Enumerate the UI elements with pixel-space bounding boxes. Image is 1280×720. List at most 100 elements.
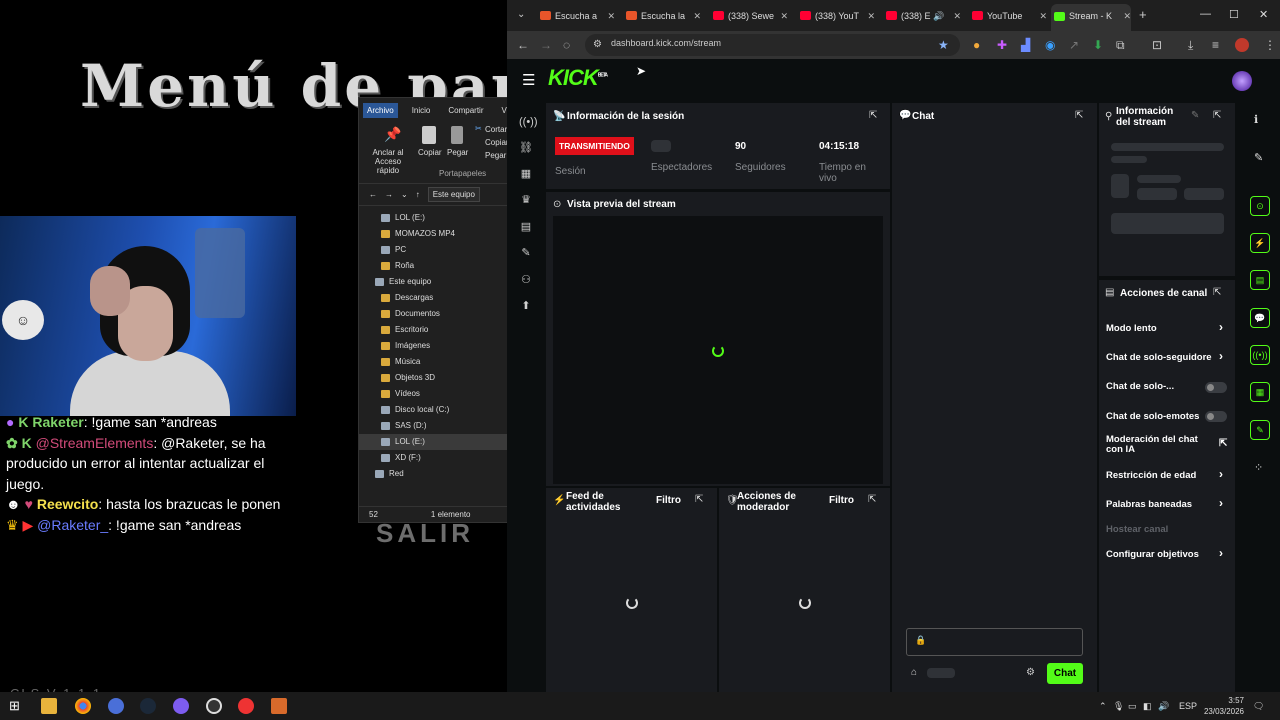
chevron-right-icon[interactable]: › [1219,320,1223,334]
up-icon[interactable]: ↑ [416,190,420,199]
tree-item[interactable]: Música [359,354,507,370]
obs-taskbar-icon[interactable] [206,698,222,714]
app-taskbar-icon[interactable] [238,698,254,714]
tree-item[interactable]: Escritorio [359,322,507,338]
tab-archivo[interactable]: Archivo [363,102,398,118]
paste-shortcut-button[interactable]: Pegar [485,151,506,160]
tree-item[interactable]: Red [359,466,507,482]
forward-icon[interactable]: → [540,38,552,52]
browser-tab[interactable]: (338) E 🔊 ✕ [883,6,961,26]
profile-avatar[interactable] [1235,38,1249,52]
close-window-button[interactable]: ✕ [1259,8,1268,21]
chrome-taskbar-icon[interactable] [75,698,91,714]
upload-icon[interactable]: ⬆ [519,299,533,313]
download-icon[interactable]: ⤓ [1188,38,1193,52]
chevron-right-icon[interactable]: › [1219,467,1223,481]
tray-chevron-icon[interactable]: ⌃ [1099,701,1107,712]
browser-tab[interactable]: YouTube ✕ [969,6,1047,26]
browser-tab[interactable]: Escucha la ✕ [623,6,701,26]
copy-path-button[interactable]: Copiar [485,138,507,147]
banned-words-action[interactable]: Palabras baneadas [1106,499,1192,510]
mod-filter-button[interactable]: Filtro [829,495,854,506]
close-icon[interactable]: ✕ [953,6,961,26]
notifications-icon[interactable]: 🗨 [1253,701,1264,712]
back-icon[interactable]: ← [517,38,529,52]
start-button[interactable]: ⊞ [9,698,20,714]
close-icon[interactable]: ✕ [867,6,875,26]
taskbar-clock[interactable]: 3:57 23/03/2026 [1204,695,1244,717]
analytics-icon[interactable]: ▦ [519,167,533,181]
popout-icon[interactable]: ⇱ [695,494,703,505]
subs-only-toggle[interactable] [1205,382,1227,393]
tab-compartir[interactable]: Compartir [444,103,487,118]
close-icon[interactable]: ✕ [607,6,615,26]
download-ext-icon[interactable]: ⬇ [1093,38,1103,52]
tree-item[interactable]: Este equipo [359,274,507,290]
extension-icon[interactable]: ▟ [1021,38,1030,52]
kick-logo[interactable]: KICKBETA [548,65,608,91]
popout-icon[interactable]: ⇱ [1213,110,1221,121]
copy-button[interactable]: Copiar [418,148,442,157]
popout-icon[interactable]: ⇱ [869,110,877,121]
new-tab-button[interactable]: + [1139,7,1147,22]
mic-icon[interactable]: 🎙 [1113,701,1124,712]
tree-item[interactable]: Roña [359,258,507,274]
url-text[interactable]: dashboard.kick.com/stream [611,38,721,48]
tree-item[interactable]: LOL (E:) [359,434,507,450]
external-link-icon[interactable]: ⇱ [1219,438,1227,449]
goals-action[interactable]: Configurar objetivos [1106,549,1199,560]
users-icon[interactable]: ⚇ [519,273,533,287]
address-bar[interactable]: Este equipo [427,187,480,202]
audio-icon[interactable]: 🔊 [933,11,944,21]
extensions-puzzle-icon[interactable]: ⧉ [1116,38,1125,52]
tree-item[interactable]: Descargas [359,290,507,306]
extension-icon[interactable]: ◉ [1045,38,1055,52]
slow-mode-action[interactable]: Modo lento [1106,323,1157,334]
steam-taskbar-icon[interactable] [140,698,156,714]
tree-item[interactable]: Imágenes [359,338,507,354]
loading-icon[interactable]: ◌ [563,38,570,52]
close-icon[interactable]: ✕ [780,6,788,26]
edit-icon[interactable]: ✎ [1191,110,1199,121]
extension-icon[interactable]: ● [973,38,980,52]
pin-button[interactable]: Anclar al Acceso rápido [363,148,413,175]
wrench-icon[interactable]: ✎ [519,246,533,260]
menu-icon[interactable]: ⋮ [1264,38,1276,52]
tree-item[interactable]: Documentos [359,306,507,322]
camera-tool-icon[interactable]: ⊙ [1250,196,1270,216]
bookmark-star-icon[interactable]: ★ [938,38,949,52]
broadcast-tool-icon[interactable]: ((•)) [1250,345,1270,365]
extension-icon[interactable]: ↗ [1069,38,1079,52]
close-icon[interactable]: ✕ [1123,4,1131,28]
popout-icon[interactable]: ⇱ [1213,287,1221,298]
back-icon[interactable]: ← [369,190,377,199]
screenshot-icon[interactable]: ⊡ [1152,38,1162,52]
tab-search-icon[interactable]: ⌄ [517,9,525,20]
browser-tab[interactable]: (338) YouT ✕ [797,6,875,26]
edit-icon[interactable]: ✎ [1254,151,1263,164]
close-icon[interactable]: ✕ [1039,6,1047,26]
volume-icon[interactable]: 🔊 [1158,701,1169,712]
file-explorer-window[interactable]: Archivo Inicio Compartir Vis 📌 Anclar al… [358,97,508,523]
extension-icon[interactable]: ✚ [997,38,1007,52]
queue-icon[interactable]: ≡ [1212,38,1219,52]
user-avatar[interactable] [1232,71,1252,91]
tree-item[interactable]: XD (F:) [359,450,507,466]
chevron-right-icon[interactable]: › [1219,496,1223,510]
tree-item[interactable]: PC [359,242,507,258]
popout-icon[interactable]: ⇱ [1075,110,1083,121]
app-taskbar-icon[interactable] [173,698,189,714]
gear-icon[interactable]: ⚙ [1026,667,1035,678]
tree-item[interactable]: Disco local (C:) [359,402,507,418]
info-icon[interactable]: ℹ [1254,113,1258,126]
tree-item[interactable]: MOMAZOS MP4 [359,226,507,242]
close-icon[interactable]: ✕ [693,6,701,26]
chat-message-input[interactable] [906,628,1083,656]
chevron-right-icon[interactable]: › [1219,349,1223,363]
more-tools-icon[interactable]: ⁘ [1254,461,1263,474]
hamburger-menu-icon[interactable]: ☰ [522,71,535,89]
wrench-tool-icon[interactable]: ✎ [1250,420,1270,440]
file-explorer-taskbar-icon[interactable] [41,698,57,714]
cut-button[interactable]: Cortar [485,125,507,134]
site-info-icon[interactable]: ⚙ [593,38,602,52]
